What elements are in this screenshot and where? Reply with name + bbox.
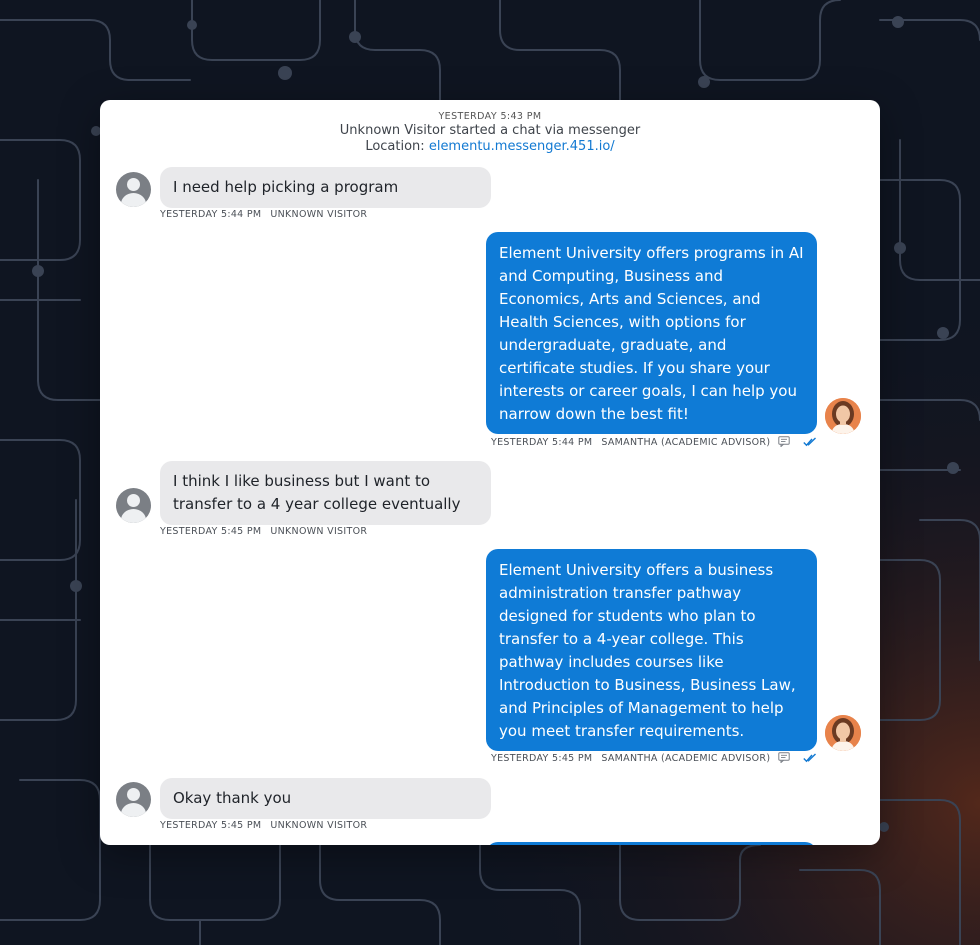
agent-message-bubble: Element University offers a business adm… — [486, 549, 817, 751]
agent-message-bubble-partial — [486, 842, 817, 845]
message-sender: UNKNOWN VISITOR — [270, 209, 368, 220]
agent-avatar-photo — [825, 398, 861, 434]
message-meta: YESTERDAY 5:45 PM UNKNOWN VISITOR — [160, 820, 367, 831]
visitor-message-bubble: I need help picking a program — [160, 167, 491, 208]
note-icon[interactable] — [777, 752, 790, 763]
message-sender: SAMANTHA (ACADEMIC ADVISOR) — [601, 753, 771, 764]
message-meta: YESTERDAY 5:45 PM SAMANTHA (ACADEMIC ADVI… — [486, 752, 817, 764]
chat-transcript-panel[interactable]: YESTERDAY 5:43 PM Unknown Visitor starte… — [100, 100, 880, 845]
visitor-avatar-icon — [116, 488, 151, 523]
chat-start-header: YESTERDAY 5:43 PM Unknown Visitor starte… — [100, 110, 880, 155]
message-meta: YESTERDAY 5:44 PM SAMANTHA (ACADEMIC ADVI… — [486, 436, 817, 448]
message-meta: YESTERDAY 5:45 PM UNKNOWN VISITOR — [160, 526, 367, 537]
location-line: Location: elementu.messenger.451.io/ — [100, 139, 880, 155]
visitor-message-bubble: Okay thank you — [160, 778, 491, 819]
message-sender: SAMANTHA (ACADEMIC ADVISOR) — [601, 437, 771, 448]
message-time: YESTERDAY 5:44 PM — [491, 437, 593, 448]
message-time: YESTERDAY 5:44 PM — [160, 209, 262, 220]
chat-start-line: Unknown Visitor started a chat via messe… — [339, 123, 641, 138]
message-sender: UNKNOWN VISITOR — [270, 526, 368, 537]
agent-avatar-photo — [825, 715, 861, 751]
location-link[interactable]: elementu.messenger.451.io/ — [429, 139, 615, 154]
visitor-message-bubble: I think I like business but I want to tr… — [160, 461, 491, 525]
message-time: YESTERDAY 5:45 PM — [491, 753, 593, 764]
double-check-icon — [803, 437, 816, 447]
message-sender: UNKNOWN VISITOR — [270, 820, 368, 831]
message-meta: YESTERDAY 5:44 PM UNKNOWN VISITOR — [160, 209, 367, 220]
visitor-avatar-icon — [116, 172, 151, 207]
message-time: YESTERDAY 5:45 PM — [160, 820, 262, 831]
agent-message-bubble: Element University offers programs in AI… — [486, 232, 817, 434]
double-check-icon — [803, 753, 816, 763]
note-icon[interactable] — [777, 436, 790, 447]
visitor-avatar-icon — [116, 782, 151, 817]
chat-start-timestamp: YESTERDAY 5:43 PM — [438, 111, 542, 122]
message-time: YESTERDAY 5:45 PM — [160, 526, 262, 537]
location-label: Location: — [365, 139, 425, 154]
